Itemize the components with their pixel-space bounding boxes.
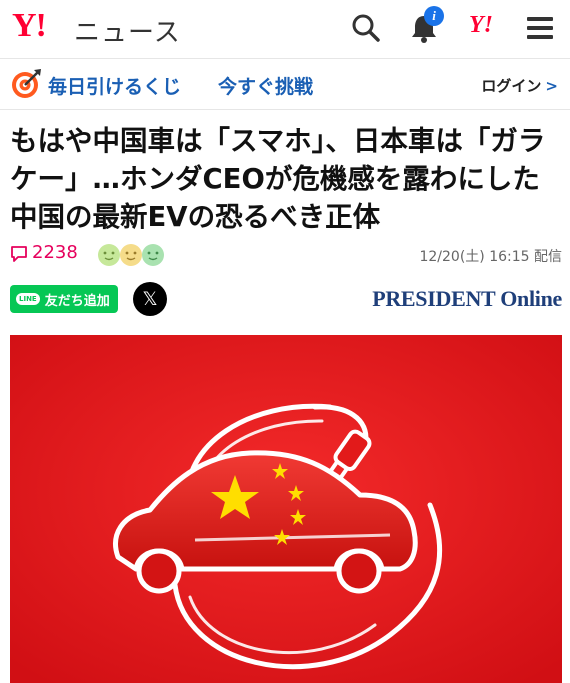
search-icon (352, 14, 380, 42)
reaction-faces-icon[interactable] (96, 241, 166, 269)
section-title: ニュース (74, 18, 181, 48)
line-add-friend-button[interactable]: LINE 友だち追加 (10, 285, 118, 313)
line-button-label: 友だち追加 (44, 293, 110, 309)
notification-badge: i (424, 6, 444, 26)
publish-date: 12/20(土) 16:15 配信 (419, 249, 562, 265)
line-icon: LINE (16, 293, 40, 305)
article-meta: 2238 12/20(土) 16:15 配信 (10, 240, 562, 270)
x-share-button[interactable]: 𝕏 (133, 282, 167, 316)
menu-button[interactable] (520, 8, 560, 48)
menu-icon (527, 17, 553, 39)
china-ev-car-illustration (10, 335, 562, 683)
x-icon: 𝕏 (142, 288, 158, 310)
logo-text: Y! (12, 7, 47, 44)
login-label: ログイン (481, 77, 542, 95)
share-row: LINE 友だち追加 𝕏 PRESIDENT Online (10, 282, 562, 318)
login-link[interactable]: ログイン > (481, 75, 558, 96)
comment-count[interactable]: 2238 (32, 242, 78, 263)
target-icon (12, 69, 41, 98)
yahoo-logo[interactable]: Y! (12, 7, 47, 44)
search-button[interactable] (346, 8, 386, 48)
yahoo-icon[interactable]: Y! (469, 12, 493, 39)
article-headline[interactable]: もはや中国車は「スマホ」、日本車は「ガラケー」…ホンダCEOが危機感を露わにした… (10, 122, 562, 236)
lottery-promo-bar[interactable]: 毎日引けるくじ 今すぐ挑戦 ログイン > (0, 59, 570, 110)
promo-title: 毎日引けるくじ (48, 76, 182, 98)
article-hero-image[interactable] (10, 335, 562, 683)
comment-icon (11, 246, 27, 262)
notification-button[interactable]: i (404, 6, 444, 48)
top-navigation-bar: Y! ニュース i Y! (0, 0, 570, 59)
promo-cta-link[interactable]: 今すぐ挑戦 (218, 72, 313, 99)
publisher-logo[interactable]: PRESIDENT Online (372, 286, 562, 312)
chevron-right-icon: > (545, 77, 558, 95)
